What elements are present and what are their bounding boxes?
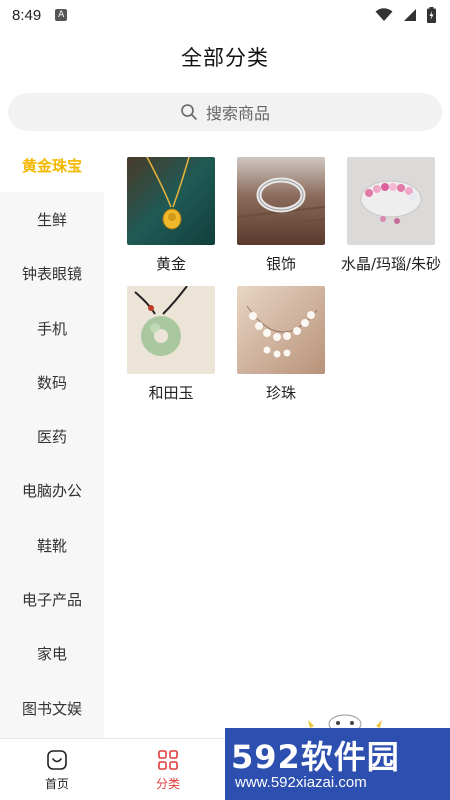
wifi-icon <box>375 8 393 21</box>
subcategory-gold[interactable]: 黄金 <box>126 157 216 274</box>
sidebar-item-jewelry[interactable]: 黄金珠宝 <box>0 138 104 193</box>
category-sidebar: 黄金珠宝 生鲜 钟表眼镜 手机 数码 医药 电脑办公 鞋靴 电子产品 家电 图书… <box>0 138 104 738</box>
gold-necklace-image <box>127 157 215 245</box>
sidebar-item-digital[interactable]: 数码 <box>0 355 104 409</box>
nav-home[interactable]: 首页 <box>27 749 87 792</box>
crystal-bracelet-image <box>347 157 435 245</box>
pearl-necklace-image <box>237 286 325 374</box>
subcategory-label: 银饰 <box>265 255 296 273</box>
sidebar-item-medicine[interactable]: 医药 <box>0 409 104 463</box>
site-watermark: 592软件园 www.592xiazai.com <box>225 728 450 800</box>
subcategory-grid: 黄金 银饰 水晶/玛瑙/朱砂 和田玉 珍珠 <box>126 157 446 403</box>
nav-category[interactable]: 分类 <box>138 749 198 792</box>
sidebar-item-computers-office[interactable]: 电脑办公 <box>0 464 104 518</box>
sidebar-item-appliances[interactable]: 家电 <box>0 627 104 681</box>
watermark-brand: 592软件园 <box>231 738 400 776</box>
subcategory-label: 黄金 <box>155 255 186 273</box>
sidebar-item-books[interactable]: 图书文娱 <box>0 681 104 735</box>
sidebar-item-fresh-food[interactable]: 生鲜 <box>0 192 104 246</box>
status-bar: 8:49 A <box>0 0 450 30</box>
sidebar-item-phones[interactable]: 手机 <box>0 301 104 355</box>
subcategory-pearl[interactable]: 珍珠 <box>236 286 326 403</box>
search-icon <box>181 104 197 120</box>
sidebar-item-electronics[interactable]: 电子产品 <box>0 572 104 626</box>
battery-icon <box>427 7 436 23</box>
notification-a-icon: A <box>55 9 68 21</box>
category-icon <box>158 750 178 770</box>
jade-pendant-image <box>127 286 215 374</box>
subcategory-hetian-jade[interactable]: 和田玉 <box>126 286 216 403</box>
subcategory-label: 水晶/玛瑙/朱砂 <box>340 255 442 273</box>
subcategory-crystal-agate[interactable]: 水晶/玛瑙/朱砂 <box>341 157 441 274</box>
nav-home-label: 首页 <box>44 777 69 791</box>
subcategory-label: 珍珠 <box>265 384 296 402</box>
subcategory-label: 和田玉 <box>148 384 194 402</box>
page-title: 全部分类 <box>181 46 269 70</box>
watermark-url: www.592xiazai.com <box>235 774 367 791</box>
subcategory-silver[interactable]: 银饰 <box>236 157 326 274</box>
search-placeholder: 搜索商品 <box>205 104 270 123</box>
home-icon <box>47 750 67 770</box>
sidebar-item-watches-glasses[interactable]: 钟表眼镜 <box>0 247 104 301</box>
sidebar-item-shoes[interactable]: 鞋靴 <box>0 518 104 572</box>
nav-category-label: 分类 <box>155 777 180 791</box>
signal-icon <box>404 9 416 21</box>
silver-ring-image <box>237 157 325 245</box>
status-time: 8:49 <box>12 6 42 24</box>
search-input[interactable]: 搜索商品 <box>8 93 442 131</box>
